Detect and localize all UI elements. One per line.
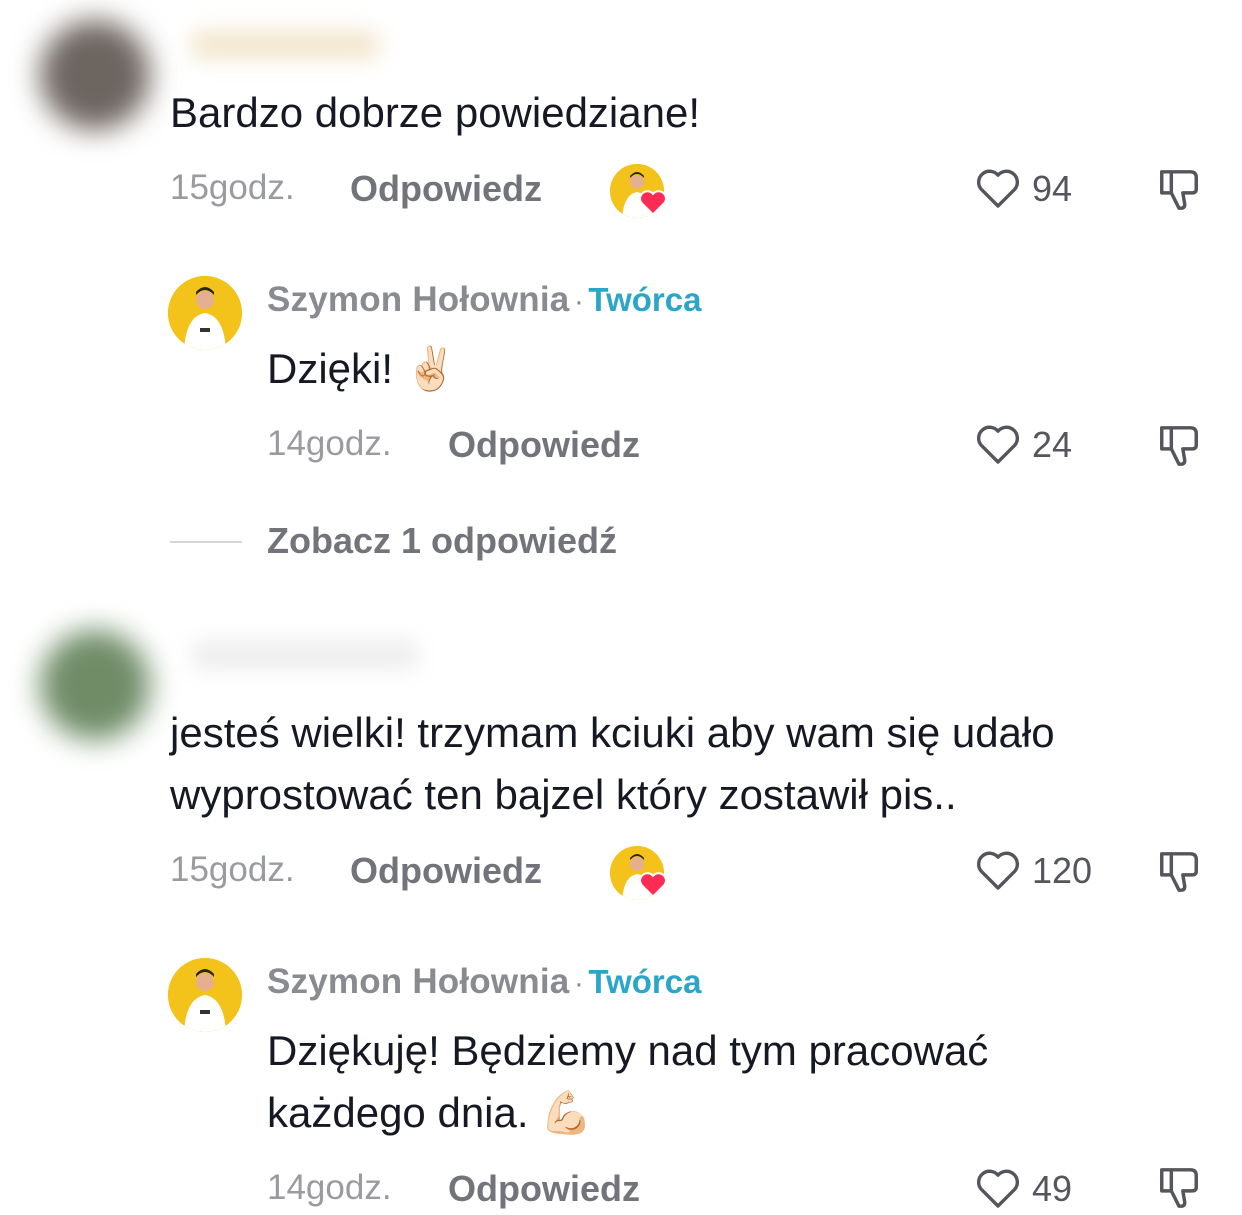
- reply-text: Dzięki! ✌🏻: [267, 345, 457, 392]
- reply-button[interactable]: Odpowiedz: [350, 168, 542, 210]
- heart-filled-icon: [638, 188, 668, 216]
- view-replies-button[interactable]: Zobacz 1 odpowiedź: [267, 520, 617, 562]
- comment-time: 15godz.: [170, 168, 295, 207]
- commenter-avatar-blurred[interactable]: [40, 630, 150, 740]
- heart-outline-icon[interactable]: [974, 1166, 1022, 1210]
- thumbs-down-icon[interactable]: [1156, 422, 1202, 470]
- like-count: 24: [1032, 424, 1073, 465]
- reply-button[interactable]: Odpowiedz: [448, 1168, 640, 1210]
- creator-badge: Twórca: [588, 281, 702, 318]
- thumbs-down-icon[interactable]: [1156, 848, 1202, 896]
- commenter-name-blurred: [190, 640, 420, 670]
- thumbs-down-icon[interactable]: [1156, 1164, 1202, 1212]
- heart-filled-icon: [638, 870, 668, 898]
- reply-button[interactable]: Odpowiedz: [350, 850, 542, 892]
- creator-avatar[interactable]: [168, 958, 242, 1032]
- reply-button[interactable]: Odpowiedz: [448, 424, 640, 466]
- like-button[interactable]: [974, 422, 1022, 466]
- like-count: 94: [1032, 168, 1073, 209]
- dislike-button[interactable]: [1156, 422, 1202, 470]
- like-button[interactable]: [974, 166, 1022, 210]
- creator-liked-badge: [610, 164, 670, 218]
- heart-outline-icon[interactable]: [974, 422, 1022, 466]
- like-button[interactable]: [974, 1166, 1022, 1210]
- comment-text-line1: jesteś wielki! trzymam kciuki aby wam si…: [170, 709, 1055, 756]
- comment-text: Bardzo dobrze powiedziane!: [170, 89, 701, 136]
- reply-time: 14godz.: [267, 424, 392, 463]
- reply-time: 14godz.: [267, 1168, 392, 1207]
- reply-header: Szymon Hołownia · Twórca: [267, 280, 701, 320]
- heart-outline-icon[interactable]: [974, 166, 1022, 210]
- creator-avatar[interactable]: [168, 276, 242, 350]
- creator-badge: Twórca: [588, 963, 702, 1000]
- thumbs-down-icon[interactable]: [1156, 166, 1202, 214]
- author-name[interactable]: Szymon Hołownia: [267, 962, 569, 1001]
- dislike-button[interactable]: [1156, 166, 1202, 214]
- author-name[interactable]: Szymon Hołownia: [267, 280, 569, 319]
- commenter-avatar-blurred[interactable]: [40, 20, 150, 130]
- commenter-name-blurred: [190, 30, 380, 60]
- heart-outline-icon[interactable]: [974, 848, 1022, 892]
- dislike-button[interactable]: [1156, 848, 1202, 896]
- comment-time: 15godz.: [170, 850, 295, 889]
- like-count: 49: [1032, 1168, 1073, 1209]
- reply-header: Szymon Hołownia · Twórca: [267, 962, 701, 1002]
- dislike-button[interactable]: [1156, 1164, 1202, 1212]
- reply-text-line1: Dziękuję! Będziemy nad tym pracować: [267, 1027, 989, 1074]
- creator-liked-badge: [610, 846, 670, 900]
- comment-text-line2: wyprostować ten bajzel który zostawił pi…: [170, 771, 957, 818]
- view-replies-divider: [170, 541, 242, 543]
- like-button[interactable]: [974, 848, 1022, 892]
- like-count: 120: [1032, 850, 1093, 891]
- reply-text-line2: każdego dnia. 💪🏻: [267, 1089, 593, 1136]
- separator-dot: ·: [573, 967, 584, 1000]
- separator-dot: ·: [573, 285, 584, 318]
